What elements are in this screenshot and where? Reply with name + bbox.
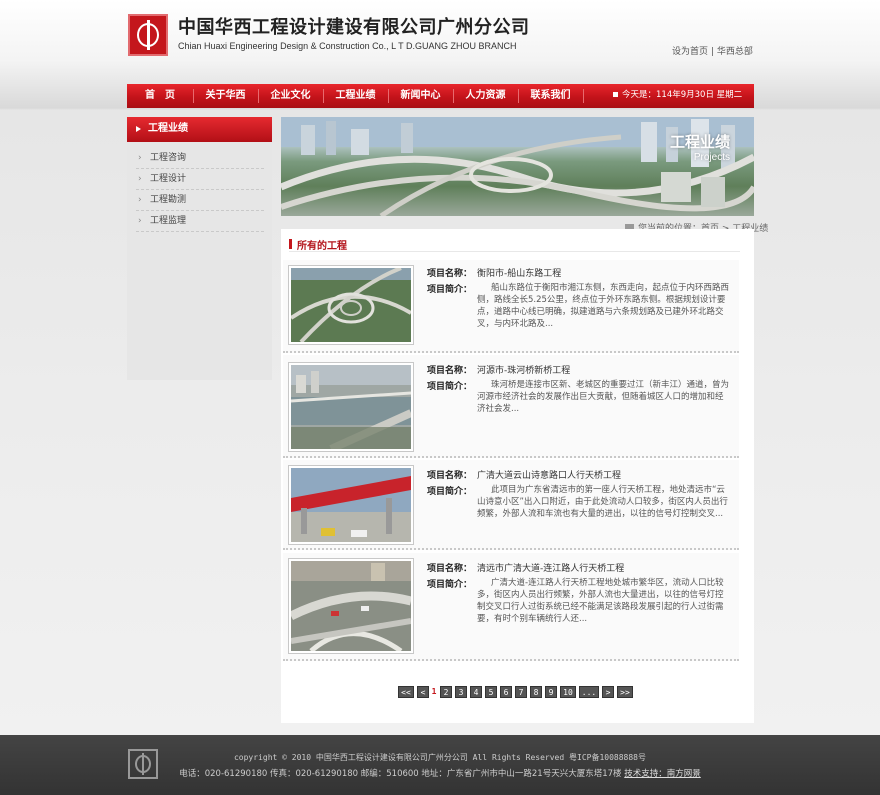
page-button[interactable]: 9 bbox=[545, 686, 557, 698]
nav-item-contact[interactable]: 联系我们 bbox=[518, 84, 583, 108]
page-button[interactable]: 4 bbox=[470, 686, 482, 698]
footer-contact: 电话：020-61290180 传真：020-61290180 邮编：51060… bbox=[0, 767, 880, 779]
chevron-right-icon: › bbox=[138, 153, 142, 163]
project-item: 项目名称： 河源市-珠河桥新桥工程 项目简介： 珠河桥是连接市区新、老城区的重要… bbox=[283, 355, 739, 458]
page-button[interactable]: 6 bbox=[500, 686, 512, 698]
chevron-right-icon: › bbox=[138, 195, 142, 205]
project-name-link[interactable]: 广清大道云山诗意路口人行天桥工程 bbox=[477, 468, 621, 481]
project-image bbox=[289, 266, 413, 344]
project-item: 项目名称： 衡阳市-船山东路工程 项目简介： 船山东路位于衡阳市湘江东侧，东西走… bbox=[283, 260, 739, 353]
page-ellipsis: ... bbox=[579, 686, 599, 698]
page-prev-button[interactable]: < bbox=[417, 686, 429, 698]
project-thumbnail[interactable] bbox=[288, 362, 414, 453]
bullet-icon bbox=[613, 92, 618, 97]
project-name-link[interactable]: 河源市-珠河桥新桥工程 bbox=[477, 363, 570, 376]
sidebar-item-consulting[interactable]: › 工程咨询 bbox=[136, 148, 264, 169]
sidebar-item-label: 工程监理 bbox=[150, 216, 187, 226]
company-logo[interactable] bbox=[128, 14, 168, 56]
sidebar-title-text: 工程业绩 bbox=[148, 123, 188, 134]
project-thumbnail[interactable] bbox=[288, 465, 414, 545]
project-name-label: 项目名称： bbox=[427, 471, 473, 481]
project-description: 船山东路位于衡阳市湘江东侧，东西走向，起点位于内环西路西侧，路线全长5.25公里… bbox=[477, 283, 730, 329]
main-nav: 首 页 关于华西 企业文化 工程业绩 新闻中心 人力资源 联系我们 今天是：11… bbox=[127, 84, 754, 108]
huaxi-hq-link[interactable]: 华西总部 bbox=[717, 47, 753, 57]
sidebar-item-label: 工程勘测 bbox=[150, 195, 187, 205]
page-button[interactable]: 2 bbox=[440, 686, 452, 698]
project-intro-label: 项目简介： bbox=[427, 580, 473, 590]
section-title: 所有的工程 bbox=[297, 241, 347, 252]
project-name-link[interactable]: 清远市广清大道-连江路人行天桥工程 bbox=[477, 561, 624, 574]
page-button[interactable]: 3 bbox=[455, 686, 467, 698]
top-links: 设为首页 | 华西总部 bbox=[672, 44, 753, 57]
project-description: 珠河桥是连接市区新、老城区的重要过江（新丰江）通道，曾为河源市经济社会的发展作出… bbox=[477, 380, 730, 414]
project-description: 此项目为广东省清远市的第一座人行天桥工程，地处清远市“云山诗意小区”出入口附近，… bbox=[477, 485, 728, 519]
section-header: 所有的工程 bbox=[289, 236, 740, 252]
projects-banner: 工程业绩 Projects bbox=[281, 117, 754, 216]
sidebar-item-label: 工程设计 bbox=[150, 174, 187, 184]
current-date: 今天是：114年9月30日 星期二 bbox=[613, 84, 742, 107]
footer-contact-text: 电话：020-61290180 传真：020-61290180 邮编：51060… bbox=[179, 769, 622, 779]
company-name-cn: 中国华西工程设计建设有限公司广州分公司 bbox=[178, 17, 530, 38]
project-image bbox=[290, 365, 413, 453]
set-homepage-link[interactable]: 设为首页 bbox=[672, 47, 708, 57]
banner-title: 工程业绩 bbox=[669, 133, 730, 151]
section-marker bbox=[289, 239, 292, 249]
page-last-button[interactable]: >> bbox=[617, 686, 633, 698]
project-description: 广清大道-连江路人行天桥工程地处城市繁华区，流动人口比较多，街区内人员出行频繁，… bbox=[477, 578, 724, 624]
tech-support-link[interactable]: 技术支持：南方网景 bbox=[624, 769, 701, 779]
sidebar-item-design[interactable]: › 工程设计 bbox=[136, 169, 264, 190]
nav-item-culture[interactable]: 企业文化 bbox=[258, 84, 323, 108]
sidebar-title: 工程业绩 bbox=[127, 117, 272, 142]
project-image bbox=[291, 468, 411, 542]
project-thumbnail[interactable] bbox=[288, 265, 414, 345]
nav-item-news[interactable]: 新闻中心 bbox=[388, 84, 453, 108]
project-intro-label: 项目简介： bbox=[427, 382, 473, 392]
project-name-label: 项目名称： bbox=[427, 269, 473, 279]
nav-item-projects[interactable]: 工程业绩 bbox=[323, 84, 388, 108]
banner-subtitle: Projects bbox=[693, 152, 730, 163]
company-name-en: Chian Huaxi Engineering Design & Constru… bbox=[178, 41, 517, 51]
project-item: 项目名称： 广清大道云山诗意路口人行天桥工程 项目简介： 此项目为广东省清远市的… bbox=[283, 460, 739, 550]
nav-item-hr[interactable]: 人力资源 bbox=[453, 84, 518, 108]
top-links-separator: | bbox=[710, 47, 714, 57]
page-next-button[interactable]: > bbox=[602, 686, 614, 698]
arrow-right-icon bbox=[136, 126, 141, 132]
current-date-text: 今天是：114年9月30日 星期二 bbox=[622, 90, 743, 100]
chevron-right-icon: › bbox=[138, 216, 142, 226]
project-item: 项目名称： 清远市广清大道-连江路人行天桥工程 项目简介： 广清大道-连江路人行… bbox=[283, 553, 739, 661]
nav-item-home[interactable]: 首 页 bbox=[127, 84, 193, 108]
project-intro-label: 项目简介： bbox=[427, 487, 473, 497]
sidebar-item-survey[interactable]: › 工程勘测 bbox=[136, 190, 264, 211]
footer-copyright: copyright © 2010 中国华西工程设计建设有限公司广州分公司 All… bbox=[233, 753, 646, 762]
chevron-right-icon: › bbox=[138, 174, 142, 184]
page-current: 1 bbox=[431, 687, 437, 696]
sidebar-item-label: 工程咨询 bbox=[150, 153, 187, 163]
project-name-label: 项目名称： bbox=[427, 564, 473, 574]
page-button[interactable]: 10 bbox=[560, 686, 576, 698]
project-thumbnail[interactable] bbox=[288, 558, 414, 654]
page-button[interactable]: 7 bbox=[515, 686, 527, 698]
project-name-link[interactable]: 衡阳市-船山东路工程 bbox=[477, 266, 561, 279]
sidebar-item-supervision[interactable]: › 工程监理 bbox=[136, 211, 264, 232]
page-first-button[interactable]: << bbox=[398, 686, 414, 698]
nav-item-about[interactable]: 关于华西 bbox=[193, 84, 258, 108]
project-intro-label: 项目简介： bbox=[427, 285, 473, 295]
page-button[interactable]: 5 bbox=[485, 686, 497, 698]
project-name-label: 项目名称： bbox=[427, 366, 473, 376]
page-button[interactable]: 8 bbox=[530, 686, 542, 698]
project-image bbox=[288, 561, 413, 654]
